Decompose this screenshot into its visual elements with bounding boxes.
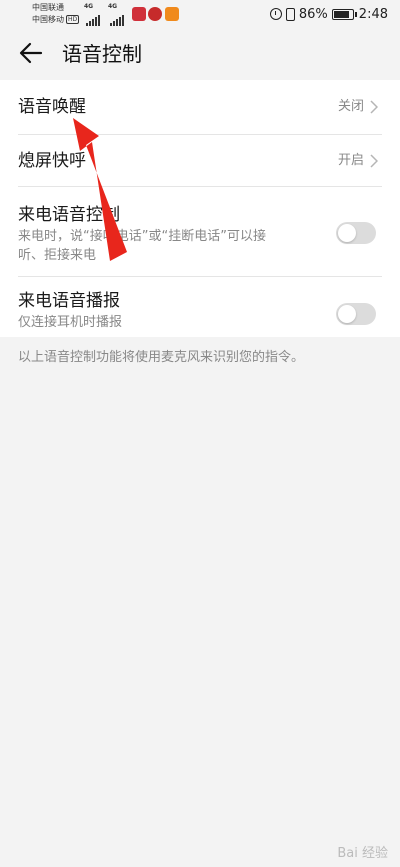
battery-percent: 86% (298, 6, 328, 22)
footnote: 以上语音控制功能将使用麦克风来识别您的指令。 (18, 350, 305, 365)
page-title: 语音控制 (62, 42, 142, 66)
chevron-right-icon (370, 154, 378, 168)
notification-app-icon (132, 7, 146, 21)
settings-list: 语音唤醒 关闭 熄屏快呼 开启 来电语音控制 来电时，说“接听电话”或“挂断电话… (0, 80, 400, 337)
vibrate-icon (285, 7, 295, 21)
hd-badge: HD (66, 15, 80, 24)
signal-1-icon: 4G (84, 3, 101, 26)
setting-title: 来电语音控制 (18, 205, 120, 225)
notification-app-icon (165, 7, 179, 21)
setting-title: 来电语音播报 (18, 291, 120, 311)
carrier-1-label: 中国联通 (32, 3, 64, 12)
setting-subtitle: 听、拒接来电 (18, 248, 97, 263)
alarm-icon (269, 8, 282, 20)
setting-row-voice-wakeup[interactable]: 语音唤醒 关闭 (0, 80, 400, 134)
watermark-text: Bai 经验 (337, 846, 388, 861)
status-right: 86% 2:48 (269, 5, 388, 23)
app-header: 语音控制 (0, 30, 400, 80)
setting-title: 熄屏快呼 (18, 151, 86, 171)
setting-title: 语音唤醒 (18, 97, 86, 117)
signal-2-type: 4G (108, 3, 118, 10)
setting-value: 关闭 (337, 99, 364, 114)
arrow-left-icon[interactable] (18, 40, 44, 66)
signal-2-icon: 4G (108, 3, 125, 26)
chevron-right-icon (370, 100, 378, 114)
setting-subtitle: 来电时，说“接听电话”或“挂断电话”可以接 (18, 229, 266, 244)
toggle-knob (338, 224, 356, 242)
status-bar: 中国联通 中国移动 HD 4G 4G 86% 2:48 (0, 0, 400, 30)
setting-row-incoming-call-voice-control: 来电语音控制 来电时，说“接听电话”或“挂断电话”可以接 听、拒接来电 (0, 187, 400, 276)
incoming-call-announcement-toggle[interactable] (336, 303, 376, 325)
watermark: Bai 经验 (337, 842, 388, 861)
clock-time: 2:48 (358, 6, 388, 22)
setting-subtitle: 仅连接耳机时播报 (18, 315, 123, 330)
setting-value: 开启 (337, 153, 364, 168)
carrier-info: 中国联通 中国移动 HD (32, 2, 80, 26)
incoming-call-voice-control-toggle[interactable] (336, 222, 376, 244)
setting-row-incoming-call-announcement: 来电语音播报 仅连接耳机时播报 (0, 277, 400, 337)
toggle-knob (338, 305, 356, 323)
carrier-2-label: 中国移动 (32, 15, 64, 24)
setting-row-screen-off-quick-call[interactable]: 熄屏快呼 开启 (0, 135, 400, 186)
battery-icon (331, 8, 357, 20)
signal-1-type: 4G (84, 3, 94, 10)
notification-app-icon (148, 7, 162, 21)
